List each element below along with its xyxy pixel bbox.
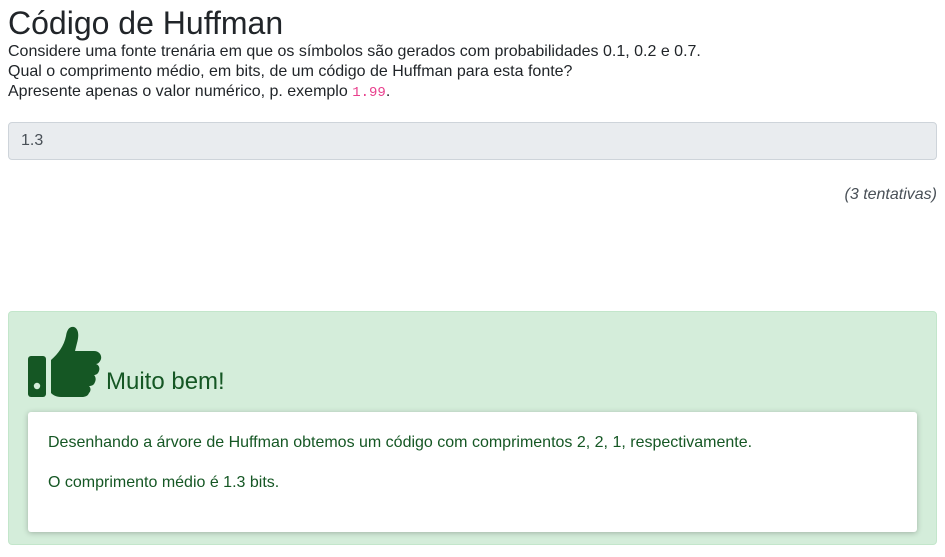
question-paragraph-prompt: Qual o comprimento médio, em bits, de um…	[8, 63, 573, 80]
question-paragraph-instructions: Apresente apenas o valor numérico, p. ex…	[8, 82, 937, 103]
page: Código de Huffman Considere uma fonte tr…	[0, 0, 945, 557]
page-title: Código de Huffman	[8, 5, 284, 41]
answer-input[interactable]: 1.3	[8, 122, 937, 160]
feedback-result-line: O comprimento médio é 1.3 bits.	[48, 474, 280, 491]
instructions-text: Apresente apenas o valor numérico, p. ex…	[8, 83, 353, 100]
example-value: 1.99	[352, 85, 386, 101]
question-paragraph-probabilities: Considere uma fonte trenária em que os s…	[8, 43, 701, 60]
feedback-explanation-line: Desenhando a árvore de Huffman obtemos u…	[48, 434, 753, 451]
instructions-suffix: .	[385, 83, 391, 100]
feedback-explanation-card: Desenhando a árvore de Huffman obtemos u…	[28, 412, 917, 532]
thumbs-up-icon	[28, 326, 102, 397]
feedback-panel: Muito bem! Desenhando a árvore de Huffma…	[8, 311, 937, 545]
feedback-title: Muito bem!	[106, 368, 225, 395]
attempts-counter: (3 tentativas)	[844, 186, 937, 203]
feedback-header: Muito bem!	[28, 324, 225, 400]
